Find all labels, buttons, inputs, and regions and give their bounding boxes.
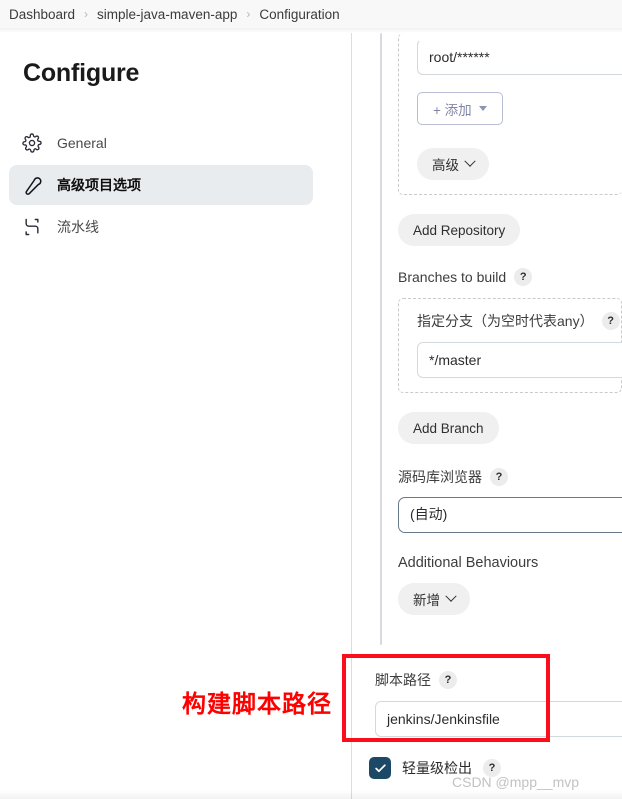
script-path-label: 脚本路径 ? [375,670,622,690]
repository-browser-text: 源码库浏览器 [398,469,482,485]
branch-specifier-section: 指定分支（为空时代表any） ? */master [398,298,622,393]
breadcrumb-item-project[interactable]: simple-java-maven-app [97,7,237,22]
branch-specifier-input[interactable]: */master [417,342,622,378]
help-icon[interactable]: ? [439,671,457,689]
advanced-label: 高级 [432,158,459,173]
wrench-icon [21,174,43,196]
breadcrumb-item-dashboard[interactable]: Dashboard [9,7,75,22]
breadcrumb: Dashboard › simple-java-maven-app › Conf… [0,0,622,28]
add-branch-button[interactable]: Add Branch [398,412,499,444]
sidebar-item-advanced-project-options[interactable]: 高级项目选项 [9,165,313,205]
script-path-input[interactable]: jenkins/Jenkinsfile [375,701,622,737]
chevron-down-icon [478,106,487,111]
add-behaviour-button[interactable]: 新增 [398,583,470,615]
add-credentials-button[interactable]: + 添加 [417,92,503,125]
script-path-text: 脚本路径 [375,672,431,688]
chevron-down-icon [464,155,476,167]
bottom-shadow [0,790,622,799]
chevron-down-icon [445,590,457,602]
pipeline-icon [21,216,43,238]
credentials-input[interactable]: root/****** [417,39,622,75]
repository-browser-select[interactable]: (自动) [398,497,622,533]
breadcrumb-separator-icon: › [246,7,251,21]
help-icon[interactable]: ? [490,468,508,486]
branches-to-build-label: Branches to build ? [398,268,622,286]
add-behaviour-label: 新增 [413,593,440,608]
add-repository-label: Add Repository [413,222,506,238]
additional-behaviours-label: Additional Behaviours [398,555,539,571]
repository-browser-label: 源码库浏览器 ? [398,467,622,487]
sidebar-item-pipeline[interactable]: 流水线 [9,207,313,247]
breadcrumb-separator-icon: › [84,7,89,21]
sidebar-item-label: 高级项目选项 [57,177,141,193]
branches-to-build-text: Branches to build [398,269,507,285]
branch-specifier-text: 指定分支（为空时代表any） [417,313,594,329]
breadcrumb-item-configuration[interactable]: Configuration [259,7,339,22]
annotation-label: 构建脚本路径 [182,691,332,718]
page-title: Configure [23,59,140,87]
advanced-button[interactable]: 高级 [417,148,489,180]
sidebar-nav: General 高级项目选项 流水线 [9,123,313,249]
credentials-section: root/****** + 添加 高级 [398,33,622,195]
lightweight-checkout-checkbox[interactable] [369,757,391,779]
sidebar-item-label: 流水线 [57,219,99,235]
sidebar-item-label: General [57,135,107,151]
watermark: CSDN @mpp__mvp [452,774,580,790]
gear-icon [21,132,43,154]
panel-divider [351,33,352,799]
branch-specifier-label: 指定分支（为空时代表any） ? [417,311,621,331]
help-icon[interactable]: ? [601,312,620,330]
add-branch-label: Add Branch [413,420,484,436]
sidebar-item-general[interactable]: General [9,123,313,163]
add-credentials-label: + 添加 [433,102,472,118]
help-icon[interactable]: ? [514,268,533,286]
page-root: Dashboard › simple-java-maven-app › Conf… [0,0,622,799]
script-path-field: 脚本路径 ? jenkins/Jenkinsfile [375,670,622,737]
add-repository-button[interactable]: Add Repository [398,214,521,246]
